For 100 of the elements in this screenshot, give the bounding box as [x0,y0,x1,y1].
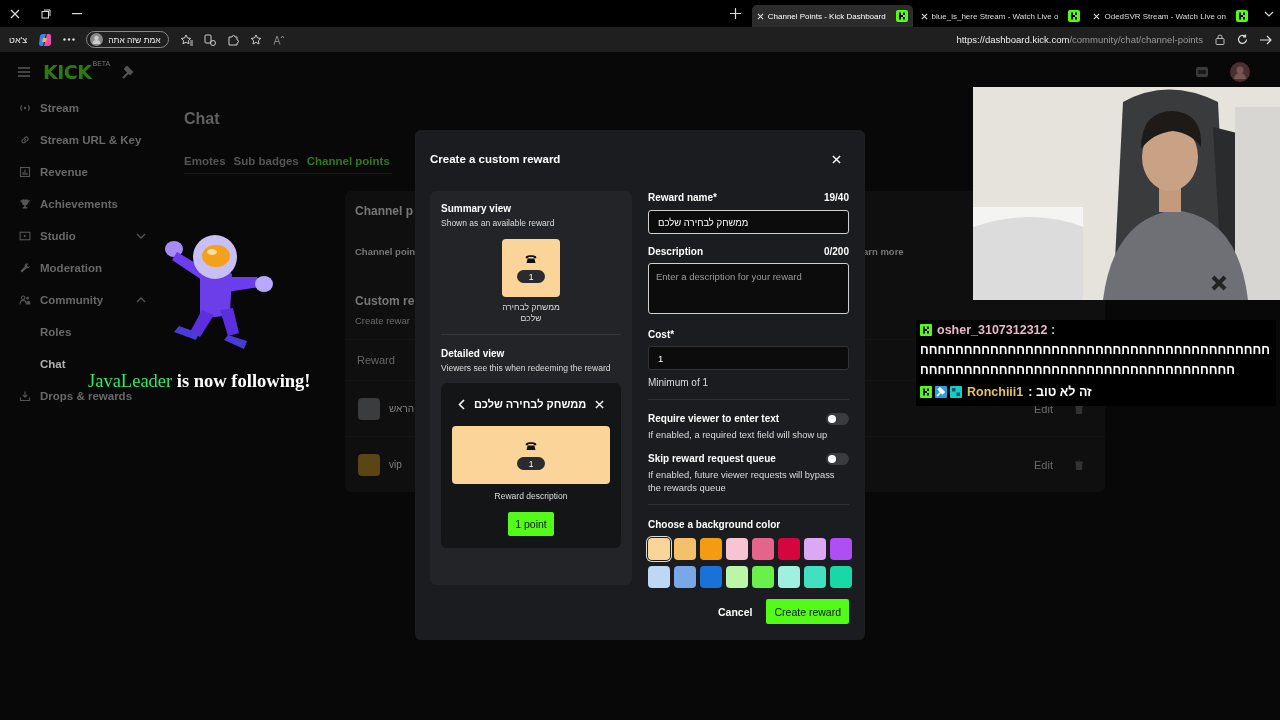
tab-close-icon[interactable] [756,12,764,20]
address-field[interactable]: https://dashboard.kick.com/community/chat/channel-points [956,34,1203,45]
sidebar-item[interactable]: Moderation [0,260,150,276]
read-aloud-icon[interactable] [272,34,284,45]
kick-favicon-icon [1236,10,1248,22]
color-swatch[interactable] [830,538,852,560]
tab-close-icon[interactable] [1093,12,1101,20]
color-swatch[interactable] [726,566,748,588]
restore-icon[interactable] [41,8,51,19]
tab[interactable]: Channel points [306,155,390,167]
color-swatch[interactable] [674,538,696,560]
reward-name: הראש [389,403,415,414]
color-swatch[interactable] [752,538,774,560]
toggle-switch[interactable] [826,412,849,425]
edit-button[interactable]: Edit [1034,458,1053,471]
sidebar-item[interactable]: Achievements [0,196,150,212]
telephone-icon [525,440,537,451]
kick-logo[interactable]: KICK [43,61,92,83]
chevron-up-icon [136,297,146,303]
reward-name-field[interactable]: ממשחק לבחירה שלכם [648,210,849,234]
sidebar-item[interactable]: Revenue [0,164,150,180]
toggle-label: Require viewer to enter text [648,412,780,425]
trophy-icon [19,198,31,210]
sidebar-item[interactable]: Studio [0,228,150,244]
field-label: Reward name* [648,191,717,204]
color-swatch[interactable] [726,538,748,560]
reward-title: ממשחק לבחירה שלכם [473,398,587,410]
field-label: Cost* [648,328,675,341]
more-icon[interactable] [63,38,76,41]
character-counter: 0/200 [823,245,849,258]
color-swatch[interactable] [778,566,800,588]
page-title: Chat [184,109,221,129]
chat-button[interactable]: צ'אט [9,34,28,45]
sidebar-item[interactable]: Community [0,292,150,308]
tab[interactable]: Emotes [184,155,226,167]
kick-favicon-icon [1068,10,1081,22]
broadcast-icon [19,102,31,114]
color-swatch[interactable] [830,566,852,588]
color-swatch[interactable] [752,566,774,588]
section-heading: Summary view [441,202,513,215]
browser-tab[interactable]: Channel Points - Kick Dashboard [751,5,913,27]
chevron-left-icon[interactable] [458,398,465,410]
chat-username[interactable]: osher_3107312312 : [937,320,1056,340]
cost-badge: 1 [517,457,545,470]
card-text: Channel poin [355,245,416,257]
favorites-icon[interactable] [179,33,193,46]
color-swatch[interactable] [700,566,722,588]
refresh-icon[interactable] [1237,34,1248,45]
browser-tab[interactable]: blue_is_here Stream - Watch Live o [915,5,1086,27]
toggle-switch[interactable] [826,452,849,465]
avatar-icon[interactable] [1230,62,1250,82]
lock-icon[interactable] [1215,34,1225,45]
color-swatch[interactable] [700,538,722,560]
new-tab-icon[interactable] [729,8,741,19]
chevron-down-icon[interactable] [1264,10,1274,17]
minimize-icon[interactable] [72,12,82,15]
download-icon [19,390,31,402]
section-subheading: Viewers see this when redeeming the reward [441,362,612,374]
color-swatch[interactable] [804,566,826,588]
sidebar-item[interactable]: Chat [0,356,150,372]
sidebar-item[interactable]: Drops & rewards [0,388,150,404]
copilot-icon[interactable] [38,32,53,47]
telephone-icon [525,253,537,264]
color-swatch[interactable] [778,538,800,560]
kick-badge-icon [920,386,932,398]
link-icon [19,134,31,146]
sidebar-item[interactable]: Stream URL & Key [0,132,150,148]
sidebar-item[interactable]: Roles [0,324,150,340]
hammer-icon[interactable] [122,65,136,79]
wrench-icon [19,262,31,274]
section-title: Custom re [355,293,415,309]
toggle-label: Skip reward request queue [648,452,776,465]
arrow-right-icon[interactable] [1260,34,1272,45]
color-swatch[interactable] [674,566,696,588]
field-label: Description [648,245,703,258]
bar-chart-icon [19,166,31,178]
color-swatch[interactable] [648,566,670,588]
sidebar-item[interactable]: Stream [0,100,150,116]
cost-badge: 1 [517,270,545,283]
create-reward-button[interactable]: Create reward [766,599,849,624]
color-swatch[interactable] [804,538,826,560]
chat-text: : זה לא טוב [1028,384,1092,401]
browser-tab[interactable]: OdedSVR Stream - Watch Live on [1088,5,1253,27]
field-label: Choose a background color [648,518,781,531]
tab[interactable]: Sub badges [233,155,299,167]
color-swatch[interactable] [648,538,670,560]
chat-username[interactable]: Ronchiii1 [967,382,1024,402]
kick-favicon-icon [895,10,908,22]
reward-description: Reward description [493,490,569,502]
star-icon[interactable] [249,33,262,46]
character-counter: 19/40 [823,191,849,204]
redeem-button[interactable]: 1 point [508,512,554,536]
section-heading: Detailed view [441,347,506,360]
section-subtitle: Create rewar [355,315,410,327]
description-field[interactable]: Enter a description for your reward [648,263,849,314]
close-icon[interactable] [10,8,20,19]
tab-close-icon[interactable] [920,12,928,20]
cancel-button[interactable]: Cancel [718,605,753,618]
cost-field[interactable]: 1 [648,346,849,370]
section-subheading: Shown as an available reward [441,217,556,229]
